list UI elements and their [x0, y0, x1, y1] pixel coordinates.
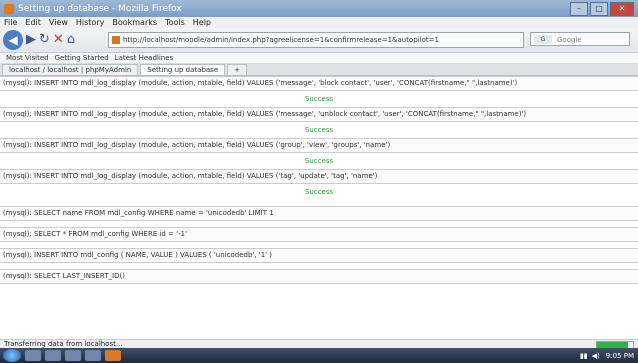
taskbar-app-icon[interactable] — [65, 350, 81, 361]
tab-phpmyadmin[interactable]: localhost / localhost | phpMyAdmin — [2, 64, 139, 75]
success-message: Success — [304, 188, 334, 196]
menu-bookmarks[interactable]: Bookmarks — [112, 18, 157, 27]
page-favicon-icon — [112, 36, 120, 44]
navigation-toolbar: ◀ ▶ ↻ ✕ ⌂ http://localhost/moodle/admin/… — [0, 28, 638, 53]
menu-file[interactable]: File — [4, 18, 17, 27]
address-bar[interactable]: http://localhost/moodle/admin/index.php?… — [108, 32, 524, 48]
success-message: Success — [304, 95, 334, 103]
sql-query-line: (mysql): INSERT INTO mdl_log_display (mo… — [0, 107, 638, 122]
success-message: Success — [304, 157, 334, 165]
taskbar-app-icon[interactable] — [45, 350, 61, 361]
reload-button[interactable]: ↻ — [39, 31, 50, 49]
taskbar-app-icon[interactable] — [25, 350, 41, 361]
system-tray: ▮▮ ◀) 9:05 PM — [580, 348, 638, 363]
status-text: Transferring data from localhost... — [4, 340, 123, 348]
tab-bar: localhost / localhost | phpMyAdmin Setti… — [0, 64, 638, 76]
new-tab-button[interactable]: + — [227, 64, 248, 75]
window-title: Setting up database - Mozilla Firefox — [18, 3, 182, 14]
menu-bar: File Edit View History Bookmarks Tools H… — [0, 17, 638, 28]
minimize-button[interactable]: – — [570, 2, 588, 16]
windows-taskbar: ▮▮ ◀) 9:05 PM — [0, 348, 638, 363]
start-button[interactable] — [3, 349, 21, 362]
menu-view[interactable]: View — [49, 18, 68, 27]
taskbar-app-icon[interactable] — [85, 350, 101, 361]
sql-query-line: (mysql): SELECT name FROM mdl_config WHE… — [0, 206, 638, 221]
sql-query-line: (mysql): INSERT INTO mdl_log_display (mo… — [0, 76, 638, 91]
status-bar: Transferring data from localhost... — [0, 339, 638, 349]
taskbar-firefox-icon[interactable] — [105, 350, 121, 361]
volume-icon[interactable]: ◀) — [592, 352, 600, 360]
page-content: (mysql): INSERT INTO mdl_log_display (mo… — [0, 76, 638, 346]
firefox-icon — [4, 3, 14, 14]
bookmarks-toolbar: Most Visited Getting Started Latest Head… — [0, 53, 638, 64]
search-placeholder: Google — [557, 36, 582, 44]
maximize-button[interactable]: □ — [590, 2, 608, 16]
menu-tools[interactable]: Tools — [165, 18, 185, 27]
bookmark-most-visited[interactable]: Most Visited — [6, 54, 49, 62]
clock[interactable]: 9:05 PM — [606, 352, 634, 360]
stop-button[interactable]: ✕ — [53, 31, 64, 49]
menu-edit[interactable]: Edit — [25, 18, 41, 27]
sql-query-line: (mysql): SELECT LAST_INSERT_ID() — [0, 269, 638, 284]
sql-query-line: (mysql): SELECT * FROM mdl_config WHERE … — [0, 227, 638, 242]
title-bar: Setting up database - Mozilla Firefox – … — [0, 0, 638, 17]
sql-query-line: (mysql): INSERT INTO mdl_log_display (mo… — [0, 138, 638, 153]
menu-help[interactable]: Help — [193, 18, 211, 27]
tab-setting-up-database[interactable]: Setting up database — [140, 64, 226, 75]
bookmark-getting-started[interactable]: Getting Started — [55, 54, 109, 62]
back-button[interactable]: ◀ — [3, 30, 23, 50]
sql-query-line: (mysql): INSERT INTO mdl_config ( NAME, … — [0, 248, 638, 263]
url-text: http://localhost/moodle/admin/index.php?… — [123, 36, 439, 44]
search-engine-icon[interactable]: G — [534, 35, 552, 44]
bookmark-latest-headlines[interactable]: Latest Headlines — [115, 54, 173, 62]
window-controls: – □ ✕ — [570, 2, 634, 16]
close-button[interactable]: ✕ — [610, 2, 634, 16]
forward-button[interactable]: ▶ — [26, 31, 36, 49]
network-icon[interactable]: ▮▮ — [580, 352, 588, 360]
success-message: Success — [304, 126, 334, 134]
sql-query-line: (mysql): INSERT INTO mdl_log_display (mo… — [0, 169, 638, 184]
home-button[interactable]: ⌂ — [67, 31, 75, 49]
menu-history[interactable]: History — [76, 18, 104, 27]
search-box[interactable]: G Google — [530, 32, 630, 46]
